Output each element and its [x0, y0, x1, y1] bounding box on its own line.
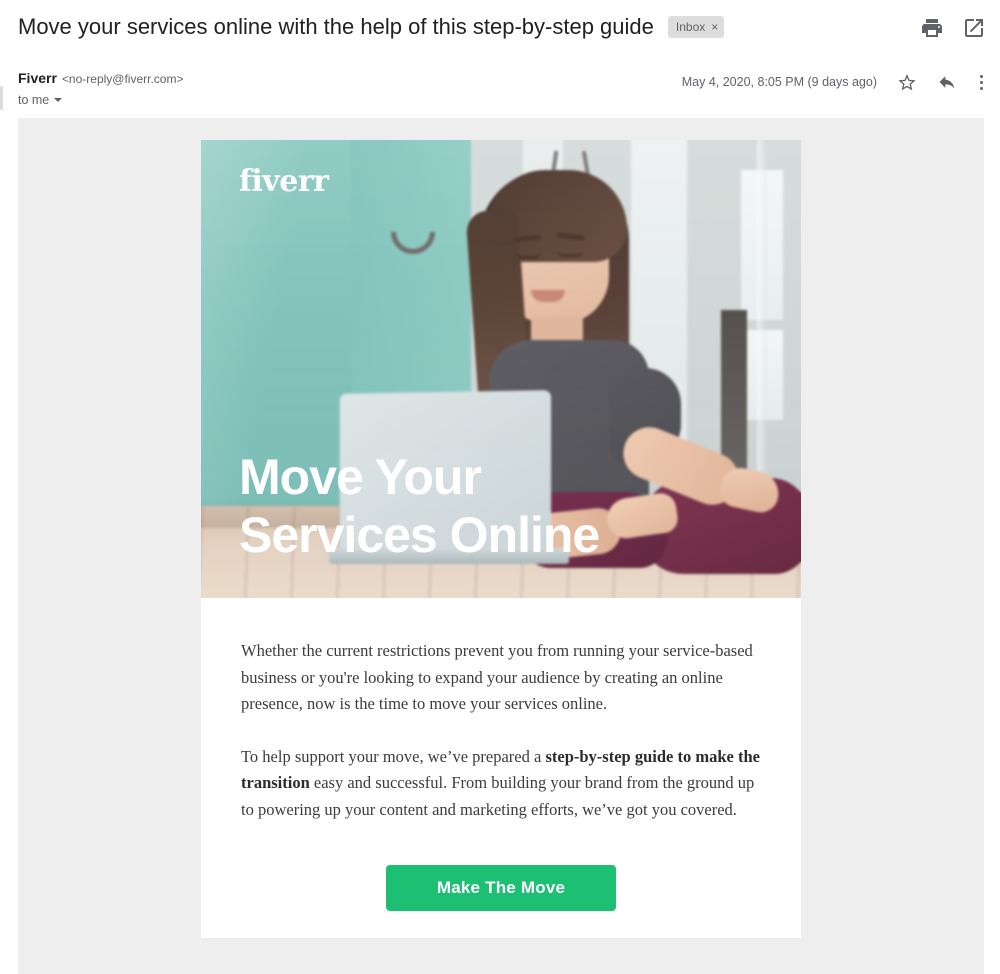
sender-name: Fiverr [18, 70, 57, 86]
email-body-content: Whether the current restrictions prevent… [201, 598, 801, 911]
make-the-move-button[interactable]: Make The Move [386, 865, 616, 911]
more-options-icon[interactable] [977, 74, 986, 90]
subject-row: Move your services online with the help … [18, 12, 984, 42]
open-in-new-window-icon[interactable] [962, 16, 986, 40]
remove-label-icon[interactable]: × [711, 21, 718, 33]
page-title: Move your services online with the help … [18, 14, 654, 39]
paragraph-2-tail: easy and successful. From building your … [241, 773, 755, 819]
cta-container: Make The Move [241, 865, 761, 911]
print-icon[interactable] [920, 16, 944, 40]
fiverr-logo: fiverr [239, 164, 329, 199]
sender-email: <no-reply@fiverr.com> [61, 72, 184, 86]
hero-headline-line-2: Services Online [239, 507, 600, 563]
recipient-label: to me [18, 93, 50, 107]
email-card: fiverr Move Your Services Online Whether… [201, 140, 801, 938]
label-chip-inbox[interactable]: Inbox × [667, 16, 725, 38]
hero-headline: Move Your Services Online [239, 448, 600, 564]
recipient-toggle[interactable]: to me [18, 93, 63, 107]
star-icon[interactable] [897, 72, 917, 92]
scroll-indicator [0, 86, 3, 110]
body-paragraph-2: To help support your move, we’ve prepare… [241, 744, 761, 824]
label-chip-text: Inbox [675, 20, 706, 34]
paragraph-2-lead: To help support your move, we’ve prepare… [241, 746, 546, 766]
header-icon-group [920, 16, 986, 40]
message-actions: May 4, 2020, 8:05 PM (9 days ago) [682, 72, 986, 92]
hero-banner: fiverr Move Your Services Online [201, 140, 801, 598]
message-date: May 4, 2020, 8:05 PM (9 days ago) [681, 75, 877, 89]
sender-row[interactable]: Fiverr <no-reply@fiverr.com> [18, 70, 183, 86]
chevron-down-icon[interactable] [54, 98, 63, 102]
body-paragraph-1: Whether the current restrictions prevent… [241, 641, 753, 713]
message-header: Move your services online with the help … [0, 0, 1000, 118]
hero-headline-line-1: Move Your [239, 449, 482, 505]
email-body-backdrop: fiverr Move Your Services Online Whether… [18, 118, 984, 974]
reply-icon[interactable] [937, 72, 957, 92]
